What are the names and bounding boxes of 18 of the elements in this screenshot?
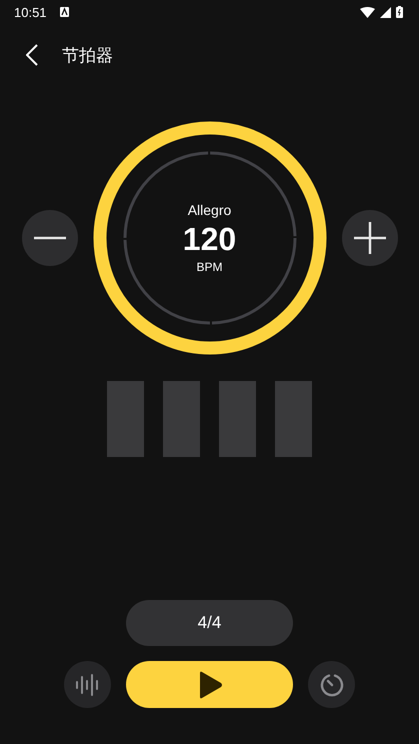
- bpm-unit: BPM: [196, 260, 222, 274]
- status-time: 10:51: [14, 4, 47, 20]
- tempo-marking: Allegro: [188, 202, 232, 218]
- wifi-icon: [360, 6, 375, 18]
- battery-icon: [396, 6, 403, 18]
- timer-button[interactable]: [308, 661, 355, 708]
- play-button[interactable]: [126, 661, 293, 708]
- sound-wave-icon: [74, 672, 100, 696]
- plus-icon: [354, 222, 386, 254]
- sound-button[interactable]: [64, 661, 111, 708]
- time-signature-button[interactable]: 4/4: [126, 600, 293, 646]
- minus-icon: [34, 236, 66, 240]
- timer-icon: [318, 672, 344, 698]
- tempo-dial[interactable]: Allegro 120 BPM: [92, 121, 326, 355]
- page-title: 节拍器: [62, 44, 113, 66]
- notification-icon: [60, 7, 69, 17]
- signal-icon: [380, 6, 391, 18]
- bpm-value: 120: [182, 221, 236, 258]
